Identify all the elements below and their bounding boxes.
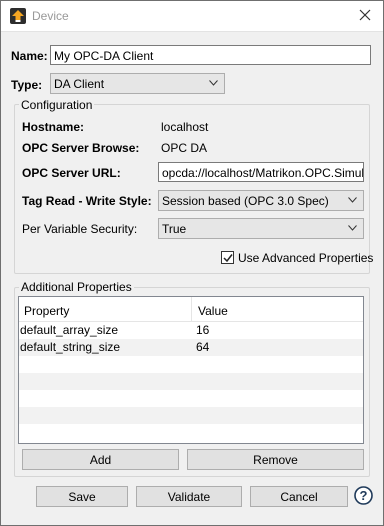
type-label: Type:: [11, 78, 43, 92]
table-row[interactable]: default_array_size 16: [19, 322, 363, 339]
value-cell: 64: [196, 340, 210, 354]
hostname-label: Hostname:: [22, 120, 85, 134]
opc-server-url-label: OPC Server URL:: [22, 166, 121, 180]
table-row-empty: [19, 407, 363, 424]
svg-text:?: ?: [360, 488, 368, 503]
upload-arrow-icon: [10, 8, 26, 24]
chevron-down-icon: [348, 225, 357, 231]
chevron-down-icon: [348, 197, 357, 203]
name-label: Name:: [11, 49, 48, 63]
table-row-empty: [19, 356, 363, 373]
column-header-value[interactable]: Value: [193, 297, 228, 322]
name-input[interactable]: My OPC-DA Client: [50, 45, 371, 65]
title-bar: Device: [1, 1, 383, 32]
cancel-button[interactable]: Cancel: [250, 486, 348, 507]
property-cell: default_array_size: [20, 323, 119, 337]
per-variable-security-value: True: [162, 222, 187, 236]
per-variable-security-label: Per Variable Security:: [22, 222, 138, 236]
table-row-empty: [19, 373, 363, 390]
add-button[interactable]: Add: [22, 449, 179, 470]
table-row-empty: [19, 390, 363, 407]
hostname-value: localhost: [161, 120, 209, 134]
window-title: Device: [32, 9, 69, 23]
table-row[interactable]: default_string_size 64: [19, 339, 363, 356]
table-header: Property Value: [19, 297, 363, 322]
additional-properties-group-title: Additional Properties: [19, 280, 134, 294]
type-select-value: DA Client: [54, 77, 105, 91]
opc-server-browse-label: OPC Server Browse:: [22, 141, 140, 155]
close-icon[interactable]: [357, 7, 373, 23]
value-cell: 16: [196, 323, 210, 337]
property-cell: default_string_size: [20, 340, 121, 354]
use-advanced-properties-label[interactable]: Use Advanced Properties: [238, 251, 373, 265]
column-header-property[interactable]: Property: [19, 297, 69, 322]
save-button[interactable]: Save: [36, 486, 128, 507]
help-icon[interactable]: ?: [354, 486, 373, 505]
configuration-group-title: Configuration: [19, 98, 95, 112]
device-dialog: Device Name: My OPC-DA Client Type: DA C…: [0, 0, 384, 526]
type-select[interactable]: DA Client: [50, 73, 225, 94]
properties-table: Property Value default_array_size 16 def…: [18, 296, 364, 444]
remove-button[interactable]: Remove: [187, 449, 364, 470]
per-variable-security-select[interactable]: True: [158, 218, 364, 239]
opc-server-url-input[interactable]: opcda://localhost/Matrikon.OPC.Simul: [158, 162, 364, 182]
chevron-down-icon: [209, 80, 218, 86]
validate-button[interactable]: Validate: [136, 486, 242, 507]
checkmark-icon: [223, 254, 233, 263]
use-advanced-properties-checkbox[interactable]: [221, 251, 234, 264]
opc-server-browse-value: OPC DA: [161, 141, 208, 155]
column-divider[interactable]: [191, 297, 192, 322]
tag-read-write-style-value: Session based (OPC 3.0 Spec): [162, 194, 329, 208]
tag-read-write-style-label: Tag Read - Write Style:: [22, 194, 152, 208]
table-row-empty: [19, 424, 363, 441]
tag-read-write-style-select[interactable]: Session based (OPC 3.0 Spec): [158, 190, 364, 211]
